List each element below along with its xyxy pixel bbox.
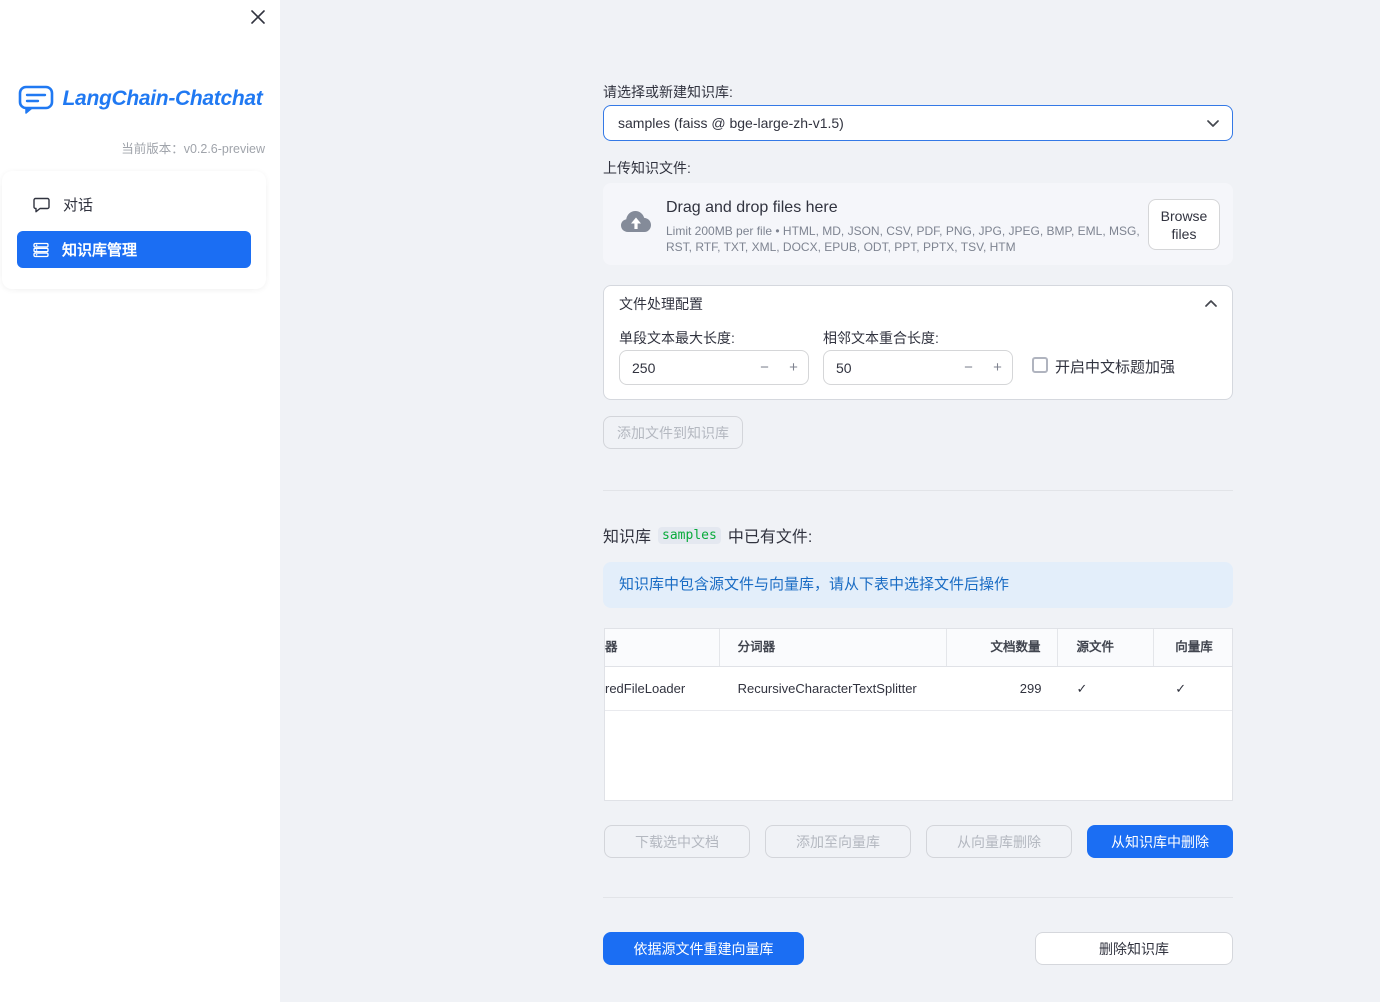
upload-label: 上传知识文件: <box>603 160 691 176</box>
column-header-doc-count[interactable]: 文档数量 <box>947 629 1059 666</box>
chevron-down-icon <box>1207 119 1219 127</box>
files-table: 器 分词器 文档数量 源文件 向量库 redFileLoader Recursi… <box>604 628 1233 801</box>
cell-splitter: RecursiveCharacterTextSplitter <box>737 681 917 696</box>
overlap-size-value: 50 <box>836 359 852 376</box>
sidebar-menu: 对话 知识库管理 <box>2 171 266 289</box>
sidebar-close-button[interactable] <box>248 7 268 27</box>
download-selected-button[interactable]: 下载选中文档 <box>604 825 750 858</box>
cell-vector-store-check: ✓ <box>1175 681 1187 696</box>
plus-button[interactable]: + <box>983 351 1012 384</box>
sidebar-item-label: 知识库管理 <box>62 242 138 259</box>
existing-files-heading: 知识库 samples 中已有文件: <box>603 523 812 547</box>
cloud-upload-icon <box>620 209 652 235</box>
plus-button[interactable]: + <box>779 351 808 384</box>
chunk-size-input[interactable]: 250 − + <box>619 350 809 385</box>
column-header-source-file[interactable]: 源文件 <box>1058 629 1155 666</box>
logo-chat-icon <box>18 84 54 114</box>
minus-button[interactable]: − <box>954 351 983 384</box>
minus-button[interactable]: − <box>750 351 779 384</box>
expander-title: 文件处理配置 <box>619 296 703 312</box>
delete-from-vector-store-button[interactable]: 从向量库删除 <box>926 825 1072 858</box>
heading-suffix: 中已有文件: <box>727 529 813 546</box>
browse-files-button[interactable]: Browse files <box>1148 199 1220 250</box>
sidebar-item-knowledge-base[interactable]: 知识库管理 <box>17 231 251 268</box>
overlap-size-label: 相邻文本重合长度: <box>823 330 939 346</box>
zh-title-enhance-checkbox[interactable] <box>1032 357 1048 373</box>
dropzone-title: Drag and drop files here <box>666 199 838 216</box>
kb-select[interactable]: samples (faiss @ bge-large-zh-v1.5) <box>603 105 1233 141</box>
chat-bubble-icon <box>33 197 50 213</box>
info-alert: 知识库中包含源文件与向量库，请从下表中选择文件后操作 <box>603 562 1233 608</box>
files-table-header: 器 分词器 文档数量 源文件 向量库 <box>605 629 1232 667</box>
cell-doc-count: 299 <box>1019 681 1042 696</box>
file-config-expander-header[interactable]: 文件处理配置 <box>604 286 1232 323</box>
logo-text: LangChain-Chatchat <box>62 87 263 110</box>
cell-loader: redFileLoader <box>605 681 686 696</box>
overlap-size-input[interactable]: 50 − + <box>823 350 1013 385</box>
delete-kb-button[interactable]: 删除知识库 <box>1035 932 1233 965</box>
delete-from-kb-button[interactable]: 从知识库中删除 <box>1087 825 1233 858</box>
column-header-loader[interactable]: 器 <box>605 629 720 666</box>
divider <box>603 897 1233 898</box>
kb-name-code: samples <box>658 526 721 544</box>
zh-title-enhance-label: 开启中文标题加强 <box>1055 359 1176 376</box>
chunk-size-value: 250 <box>632 359 656 376</box>
version-text: 当前版本：v0.2.6-preview <box>121 142 265 156</box>
table-row[interactable]: redFileLoader RecursiveCharacterTextSpli… <box>605 667 1232 711</box>
close-icon <box>251 10 265 24</box>
sidebar-item-chat[interactable]: 对话 <box>17 186 251 223</box>
dropzone-limit-text: Limit 200MB per file • HTML, MD, JSON, C… <box>666 224 1140 254</box>
knowledge-base-icon <box>33 242 49 258</box>
chunk-size-label: 单段文本最大长度: <box>619 330 735 346</box>
logo: LangChain-Chatchat <box>0 84 280 114</box>
column-header-splitter[interactable]: 分词器 <box>720 629 947 666</box>
heading-prefix: 知识库 <box>603 529 652 546</box>
sidebar-item-label: 对话 <box>63 197 94 214</box>
chevron-up-icon <box>1205 300 1217 307</box>
sidebar: LangChain-Chatchat 当前版本：v0.2.6-preview 对… <box>0 0 280 1002</box>
add-files-button[interactable]: 添加文件到知识库 <box>603 416 743 449</box>
file-dropzone[interactable]: Drag and drop files here Limit 200MB per… <box>603 183 1233 265</box>
file-config-expander: 文件处理配置 单段文本最大长度: 相邻文本重合长度: 250 − + 50 − … <box>603 285 1233 400</box>
kb-select-label: 请选择或新建知识库: <box>603 84 733 100</box>
rebuild-vector-store-button[interactable]: 依据源文件重建向量库 <box>603 932 804 965</box>
column-header-vector-store[interactable]: 向量库 <box>1154 629 1232 666</box>
add-to-vector-store-button[interactable]: 添加至向量库 <box>765 825 911 858</box>
divider <box>603 490 1233 491</box>
cell-source-file-check: ✓ <box>1076 681 1088 696</box>
kb-select-value: samples (faiss @ bge-large-zh-v1.5) <box>618 115 844 131</box>
